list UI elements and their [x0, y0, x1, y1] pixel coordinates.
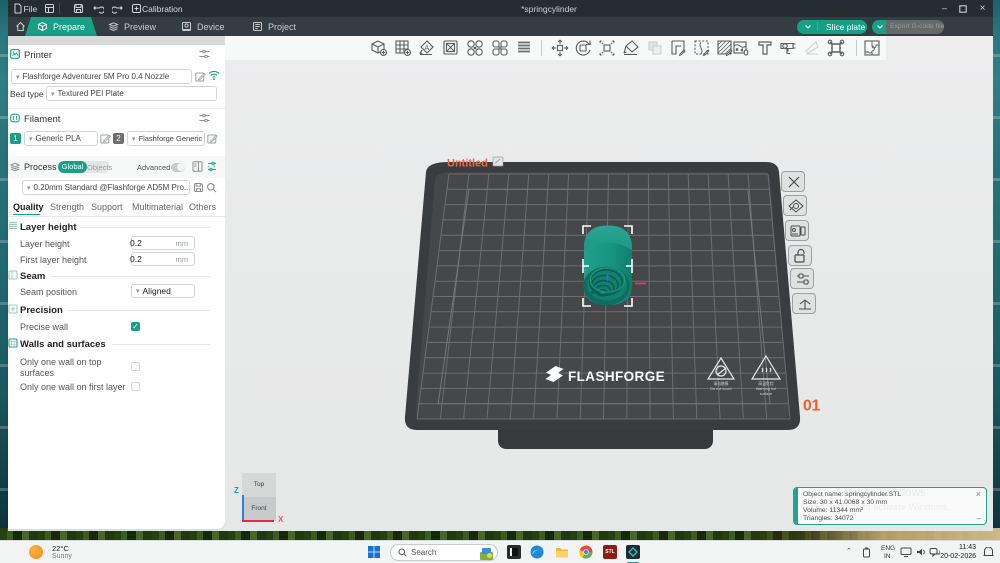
svg-text:FLASHFORGE: FLASHFORGE	[568, 369, 665, 384]
svg-text:Do not touch: Do not touch	[710, 387, 732, 391]
svg-text:01: 01	[803, 398, 821, 415]
svg-text:Warning hot: Warning hot	[756, 387, 777, 391]
svg-text:surface: surface	[760, 392, 772, 396]
svg-text:高温危险: 高温危险	[758, 381, 773, 386]
svg-text:请勿触摸: 请勿触摸	[713, 381, 728, 386]
svg-text:Untitled: Untitled	[447, 158, 488, 170]
